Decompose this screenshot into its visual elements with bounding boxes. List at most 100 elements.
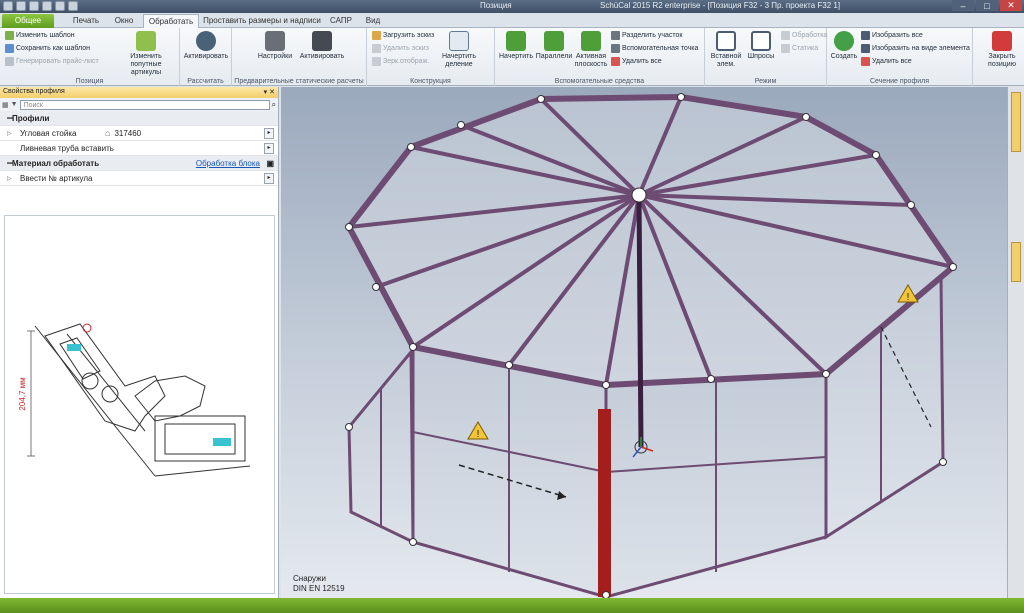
save-as-template-label: Сохранить как шаблон <box>16 45 90 52</box>
insert-element-button[interactable]: Вставной элем. <box>707 31 745 69</box>
expand-icon[interactable]: ▷ <box>7 130 12 137</box>
filter-icon[interactable]: ▼ <box>11 101 18 108</box>
insert-element-icon <box>716 31 736 51</box>
minimize-button[interactable]: – <box>952 0 974 11</box>
app-icon[interactable] <box>3 1 13 11</box>
insert-element-label: Вставной элем. <box>710 53 742 68</box>
save-icon[interactable] <box>29 1 39 11</box>
aux-draw-button[interactable]: Начертить <box>497 31 535 61</box>
show-all-button[interactable]: Изобразить все <box>861 31 923 40</box>
panel-pin-icon[interactable]: ▾ ✕ <box>264 88 275 97</box>
delete-sketch-label: Удалить эскиз <box>383 45 429 52</box>
undo-icon[interactable] <box>55 1 65 11</box>
aux-point-button[interactable]: Вспомогательная точка <box>611 44 698 53</box>
profile-icon: ⌂ <box>105 128 111 138</box>
corner-post-browse-button[interactable]: ▸ <box>264 127 274 139</box>
docked-panel-tab[interactable] <box>1011 242 1021 282</box>
corner-post-number: 317460 <box>114 128 142 138</box>
show-as-element-label: Изобразить на виде элемента <box>872 45 970 52</box>
corner-post-value[interactable]: ⌂ 317460 <box>105 127 263 140</box>
collapse-icon[interactable]: ▦ <box>2 101 9 109</box>
right-dock <box>1007 87 1024 598</box>
load-sketch-icon <box>372 31 381 40</box>
aux-active-plane-button[interactable]: Активная плоскость <box>573 31 609 69</box>
tab-general[interactable]: Общее <box>2 14 54 28</box>
view-side-label: Снаружи <box>293 574 326 583</box>
delete-sketch-button[interactable]: Удалить эскиз <box>372 44 429 53</box>
refresh-icon <box>196 31 216 51</box>
group-mode: Вставной элем. Шпросы Обработка Статика … <box>705 28 827 86</box>
group-aux-label: Вспомогательные средства <box>554 78 645 85</box>
open-icon[interactable] <box>16 1 26 11</box>
tab-cad[interactable]: САПР <box>326 14 356 28</box>
search-icon[interactable]: ⌕ <box>272 100 276 110</box>
statics-settings-button[interactable]: Настройки <box>254 31 296 61</box>
load-sketch-button[interactable]: Загрузить эскиз <box>372 31 434 40</box>
row-article[interactable]: ▷ Ввести № артикула ▸ <box>0 171 278 186</box>
aux-active-plane-label: Активная плоскость <box>574 53 608 68</box>
section-delete-icon <box>861 57 870 66</box>
generate-price-list-label: Генерировать прайс-лист <box>16 58 99 65</box>
split-section-button[interactable]: Разделить участок <box>611 31 682 40</box>
gutter-browse-button[interactable]: ▸ <box>264 142 274 154</box>
expand-icon[interactable]: ▷ <box>7 175 12 182</box>
aux-delete-all-label: Удалить все <box>622 58 662 65</box>
muntins-button[interactable]: Шпросы <box>743 31 779 61</box>
change-articles-button[interactable]: Изменить попутные артикулы <box>116 31 176 77</box>
section-delete-all-button[interactable]: Удалить все <box>861 57 912 66</box>
row-gutter[interactable]: Ливневая труба вставить ▸ <box>0 141 278 156</box>
category-material-label: Материал обработать <box>12 158 100 168</box>
redo-icon[interactable] <box>68 1 78 11</box>
central-column[interactable] <box>636 194 644 448</box>
processing-button[interactable]: Обработка <box>781 31 827 40</box>
tab-view[interactable]: Вид <box>360 14 386 28</box>
mirror-button[interactable]: Зерк.отображ. <box>372 57 429 66</box>
pavilion-model[interactable]: ! ! <box>281 87 1007 598</box>
processing-icon <box>781 31 790 40</box>
aux-parallels-button[interactable]: Параллели <box>535 31 573 61</box>
show-element-icon <box>861 44 870 53</box>
create-section-button[interactable]: Создать <box>829 31 859 61</box>
calculate-activate-button[interactable]: Активировать <box>182 31 230 61</box>
group-construction: Загрузить эскиз Удалить эскиз Зерк.отобр… <box>367 28 495 86</box>
selected-corner-post[interactable] <box>598 409 611 597</box>
show-as-element-button[interactable]: Изобразить на виде элемента <box>861 44 970 53</box>
category-profiles[interactable]: ▬ Профили <box>0 111 278 126</box>
category-profiles-label: Профили <box>12 113 50 123</box>
3d-viewport[interactable]: ! ! Снаружи DIN EN 12519 <box>281 87 1007 598</box>
save-icon[interactable]: ▣ <box>266 159 274 168</box>
mode-statics-button[interactable]: Статика <box>781 44 818 53</box>
profile-section-preview: 204,7 мм <box>4 215 275 594</box>
roof-hub[interactable] <box>631 187 647 203</box>
draw-division-button[interactable]: Начертить деление <box>439 31 479 69</box>
close-position-button[interactable]: Закрыть позицию <box>982 31 1022 69</box>
group-position-label: Позиция <box>75 78 104 85</box>
row-corner-post[interactable]: ▷ Угловая стойка ⌂ 317460 ▸ <box>0 126 278 141</box>
template-icon <box>5 31 14 40</box>
category-material[interactable]: ▬ Материал обработать Обработка блока ▣ <box>0 156 278 171</box>
plus-icon <box>834 31 854 51</box>
tab-print[interactable]: Печать <box>66 14 106 28</box>
change-template-button[interactable]: Изменить шаблон <box>5 31 75 40</box>
aux-delete-all-button[interactable]: Удалить все <box>611 57 662 66</box>
search-input[interactable]: Поиск <box>19 99 270 110</box>
generate-price-list-button[interactable]: Генерировать прайс-лист <box>5 57 99 66</box>
group-statics: Настройки Активировать Предварительные с… <box>232 28 367 86</box>
muntins-label: Шпросы <box>747 53 775 60</box>
maximize-button[interactable]: □ <box>976 0 998 11</box>
close-position-label: Закрыть позицию <box>988 53 1016 68</box>
context-title: Позиция <box>480 1 512 10</box>
article-browse-button[interactable]: ▸ <box>264 172 274 184</box>
block-processing-link[interactable]: Обработка блока <box>196 159 260 168</box>
tab-dimensions[interactable]: Проставить размеры и надписи <box>203 14 321 28</box>
save-as-template-button[interactable]: Сохранить как шаблон <box>5 44 90 53</box>
delete-sketch-icon <box>372 44 381 53</box>
print-icon[interactable] <box>42 1 52 11</box>
svg-text:!: ! <box>477 429 480 440</box>
tab-window[interactable]: Окно <box>108 14 140 28</box>
tab-edit[interactable]: Обработать <box>143 14 199 28</box>
aux-draw-label: Начертить <box>498 53 534 60</box>
statics-activate-button[interactable]: Активировать <box>298 31 346 61</box>
docked-panel-tab[interactable] <box>1011 92 1021 152</box>
close-window-button[interactable]: ✕ <box>1000 0 1022 11</box>
